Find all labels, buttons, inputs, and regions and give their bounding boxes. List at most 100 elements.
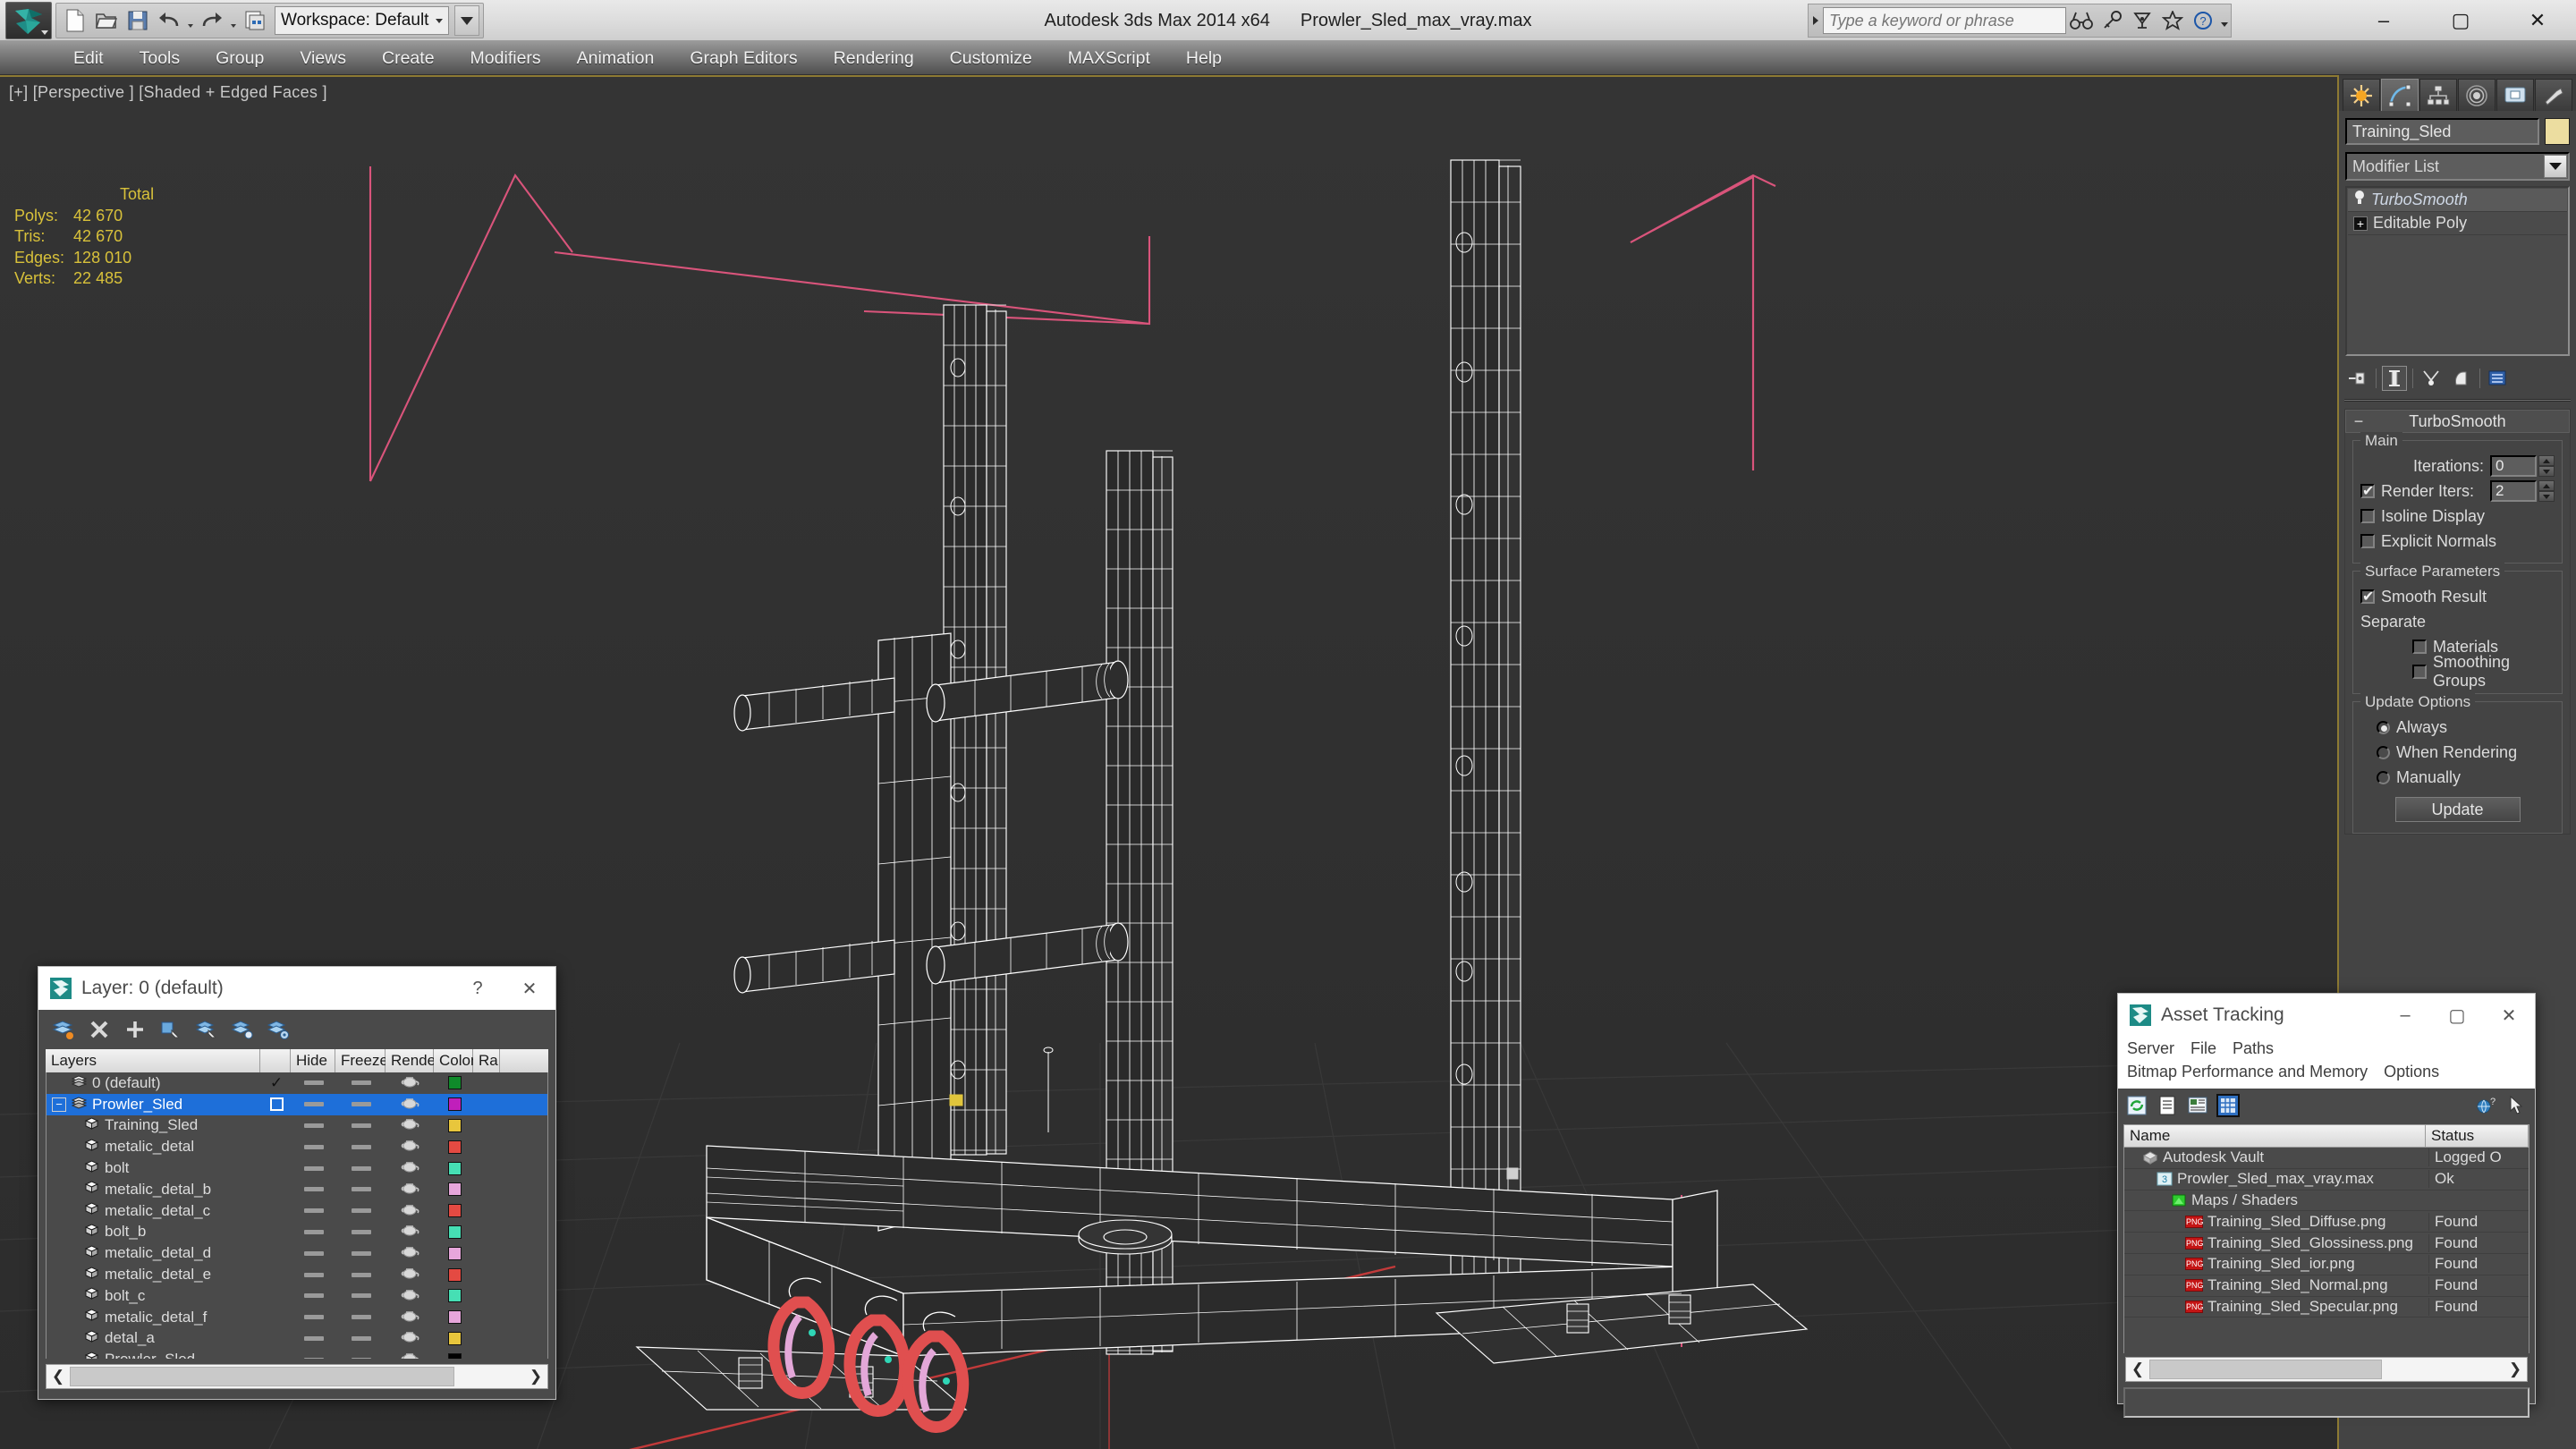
render-iters-spin-buttons[interactable] xyxy=(2538,480,2555,502)
layer-hide-cell[interactable] xyxy=(292,1350,336,1359)
refresh-icon[interactable] xyxy=(2125,1094,2148,1117)
layer-current-cell[interactable]: ✓ xyxy=(261,1072,292,1093)
layer-color-cell[interactable] xyxy=(435,1243,474,1264)
layer-freeze-cell[interactable] xyxy=(336,1222,386,1242)
layer-color-cell[interactable] xyxy=(435,1179,474,1199)
layer-color-swatch[interactable] xyxy=(447,1204,462,1218)
cursor-icon[interactable] xyxy=(2504,1094,2528,1117)
open-file-icon[interactable] xyxy=(91,5,122,36)
undo-icon[interactable] xyxy=(154,5,184,36)
asset-row[interactable]: 3 Prowler_Sled_max_vray.max Ok xyxy=(2124,1169,2529,1191)
object-color-swatch[interactable] xyxy=(2545,118,2570,145)
update-option-manually[interactable]: Manually xyxy=(2360,765,2555,790)
layer-hide-cell[interactable] xyxy=(292,1265,336,1285)
display-tab[interactable] xyxy=(2496,79,2534,111)
minimize-button[interactable]: – xyxy=(2345,0,2422,41)
layer-row[interactable]: metalic_detal_b xyxy=(47,1179,547,1200)
layer-current-cell[interactable] xyxy=(261,1115,292,1136)
layer-freeze-cell[interactable] xyxy=(336,1179,386,1199)
layer-row[interactable]: Prowler_Sled xyxy=(47,1349,547,1359)
layer-hide-cell[interactable] xyxy=(292,1115,336,1136)
menu-item-tools[interactable]: Tools xyxy=(122,41,199,75)
set-project-folder-icon[interactable] xyxy=(240,5,270,36)
layer-current-cell[interactable] xyxy=(261,1328,292,1349)
redo-icon[interactable] xyxy=(197,5,227,36)
layer-color-cell[interactable] xyxy=(435,1072,474,1093)
motion-tab[interactable] xyxy=(2458,79,2496,111)
layer-hide-cell[interactable] xyxy=(292,1243,336,1264)
layer-freeze-cell[interactable] xyxy=(336,1115,386,1136)
binoculars-icon[interactable] xyxy=(2066,4,2097,37)
layer-render-cell[interactable] xyxy=(386,1158,435,1179)
layer-current-cell[interactable] xyxy=(261,1243,292,1264)
layer-freeze-cell[interactable] xyxy=(336,1243,386,1264)
layer-color-cell[interactable] xyxy=(435,1350,474,1359)
layer-color-swatch[interactable] xyxy=(447,1076,462,1090)
layer-row[interactable]: 0 (default) ✓ xyxy=(47,1072,547,1094)
close-button[interactable]: ✕ xyxy=(2499,0,2576,41)
layer-color-cell[interactable] xyxy=(435,1265,474,1285)
layer-freeze-cell[interactable] xyxy=(336,1158,386,1179)
layer-color-swatch[interactable] xyxy=(447,1267,462,1282)
asset-menu-item-bitmap-performance-and-memory[interactable]: Bitmap Performance and Memory xyxy=(2127,1060,2368,1083)
layer-row[interactable]: bolt_b xyxy=(47,1222,547,1243)
layer-expander-icon[interactable]: − xyxy=(52,1097,66,1112)
menu-item-customize[interactable]: Customize xyxy=(932,41,1050,75)
modifier-list-dropdown[interactable]: Modifier List xyxy=(2345,152,2570,181)
layer-row[interactable]: Training_Sled xyxy=(47,1115,547,1137)
layer-row[interactable]: metalic_detal_f xyxy=(47,1307,547,1328)
render-iters-spinner[interactable]: 2 xyxy=(2490,480,2555,502)
pin-stack-icon[interactable] xyxy=(2345,366,2370,391)
layer-current-cell[interactable] xyxy=(261,1350,292,1359)
layer-hide-cell[interactable] xyxy=(292,1158,336,1179)
layer-hide-cell[interactable] xyxy=(292,1137,336,1157)
layer-color-cell[interactable] xyxy=(435,1222,474,1242)
asset-tracking-window[interactable]: Asset Tracking – ▢ ✕ Server File Paths Bitm… xyxy=(2117,993,2536,1418)
asset-row[interactable]: PNG Training_Sled_Glossiness.png Found xyxy=(2124,1233,2529,1254)
layer-color-swatch[interactable] xyxy=(447,1118,462,1132)
layer-freeze-cell[interactable] xyxy=(336,1265,386,1285)
search-input[interactable] xyxy=(1823,7,2066,34)
layer-current-cell[interactable] xyxy=(261,1137,292,1157)
menu-item-help[interactable]: Help xyxy=(1168,41,1240,75)
layer-color-cell[interactable] xyxy=(435,1094,474,1114)
help-dropdown-caret-icon[interactable] xyxy=(2218,4,2231,37)
make-unique-icon[interactable] xyxy=(2419,366,2444,391)
asset-scroll-right-arrow[interactable]: ❯ xyxy=(2504,1358,2527,1381)
asset-menu-item-server[interactable]: Server xyxy=(2127,1037,2174,1060)
layer-render-cell[interactable] xyxy=(386,1328,435,1349)
asset-column-header[interactable]: Name xyxy=(2124,1125,2426,1147)
layer-render-cell[interactable] xyxy=(386,1200,435,1221)
menu-item-edit[interactable]: Edit xyxy=(55,41,122,75)
layer-freeze-cell[interactable] xyxy=(336,1137,386,1157)
app-menu-button[interactable] xyxy=(5,2,52,39)
details-view-icon[interactable] xyxy=(2186,1094,2209,1117)
layer-render-cell[interactable] xyxy=(386,1179,435,1199)
layer-scroll-thumb[interactable] xyxy=(70,1367,454,1386)
modifier-stack-item[interactable]: TurboSmooth xyxy=(2348,189,2567,212)
layer-current-cell[interactable] xyxy=(261,1200,292,1221)
asset-column-header[interactable]: Status xyxy=(2426,1125,2529,1147)
menu-item-animation[interactable]: Animation xyxy=(559,41,673,75)
key-icon[interactable] xyxy=(2097,4,2127,37)
asset-menu-item-file[interactable]: File xyxy=(2190,1037,2216,1060)
when-rendering-radio[interactable] xyxy=(2377,745,2390,759)
turbosmooth-rollout-header[interactable]: − TurboSmooth xyxy=(2345,410,2570,433)
asset-row[interactable]: PNG Training_Sled_Diffuse.png Found xyxy=(2124,1211,2529,1233)
update-button[interactable]: Update xyxy=(2394,797,2521,822)
layer-color-cell[interactable] xyxy=(435,1115,474,1136)
infocenter-expand-icon[interactable] xyxy=(1809,4,1823,37)
layer-color-cell[interactable] xyxy=(435,1307,474,1327)
asset-scroll-left-arrow[interactable]: ❮ xyxy=(2126,1358,2149,1381)
asset-close-button[interactable]: ✕ xyxy=(2483,995,2535,1036)
manually-radio[interactable] xyxy=(2377,770,2390,784)
add-selection-to-layer-icon[interactable] xyxy=(119,1014,151,1045)
layer-render-cell[interactable] xyxy=(386,1285,435,1306)
smoothing-groups-checkbox[interactable] xyxy=(2412,665,2427,679)
layer-hide-cell[interactable] xyxy=(292,1285,336,1306)
layer-column-header[interactable]: Color xyxy=(434,1049,476,1072)
layer-render-cell[interactable] xyxy=(386,1072,435,1093)
layer-freeze-cell[interactable] xyxy=(336,1350,386,1359)
chevron-down-icon[interactable] xyxy=(2544,155,2567,178)
layer-current-cell[interactable] xyxy=(261,1285,292,1306)
